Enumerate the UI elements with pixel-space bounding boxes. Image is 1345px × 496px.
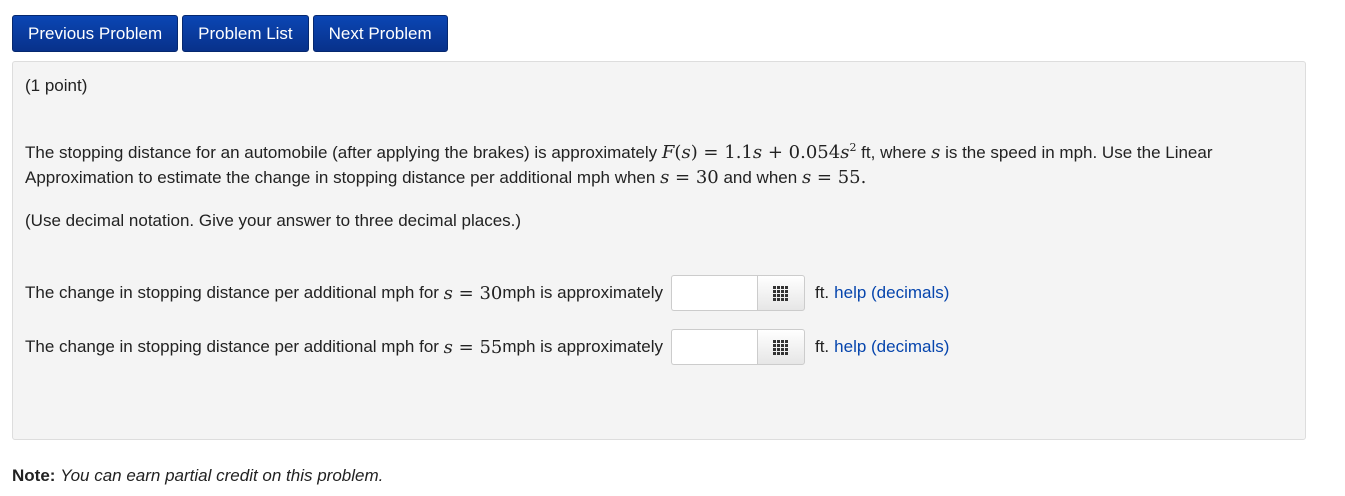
instructions: (Use decimal notation. Give your answer … xyxy=(25,211,522,230)
point-value: (1 point) xyxy=(25,76,88,95)
problem-statement: The stopping distance for an automobile … xyxy=(25,141,1213,188)
grid-icon xyxy=(773,285,789,301)
help-decimals-link-1[interactable]: help (decimals) xyxy=(834,283,949,303)
stopping-distance-formula: F(s) = 1.1s + 0.054s2 xyxy=(661,141,857,163)
problem-navigation: Previous Problem Problem List Next Probl… xyxy=(12,15,448,52)
equation-palette-button-2[interactable] xyxy=(756,329,805,365)
answer-row-1: The change in stopping distance per addi… xyxy=(25,275,949,311)
previous-problem-button[interactable]: Previous Problem xyxy=(12,15,179,52)
next-problem-button[interactable]: Next Problem xyxy=(312,15,448,52)
answer-input-2[interactable] xyxy=(670,329,757,365)
answer-row-2: The change in stopping distance per addi… xyxy=(25,329,949,365)
help-decimals-link-2[interactable]: help (decimals) xyxy=(834,337,949,357)
problem-list-button[interactable]: Problem List xyxy=(182,15,309,52)
units-label: ft. xyxy=(814,337,830,356)
units-label: ft. xyxy=(814,283,830,302)
grid-icon xyxy=(773,339,789,355)
partial-credit-note: Note: You can earn partial credit on thi… xyxy=(12,466,384,485)
equation-palette-button-1[interactable] xyxy=(756,275,805,311)
problem-panel: (1 point) The stopping distance for an a… xyxy=(12,61,1306,440)
answer-input-1[interactable] xyxy=(670,275,757,311)
